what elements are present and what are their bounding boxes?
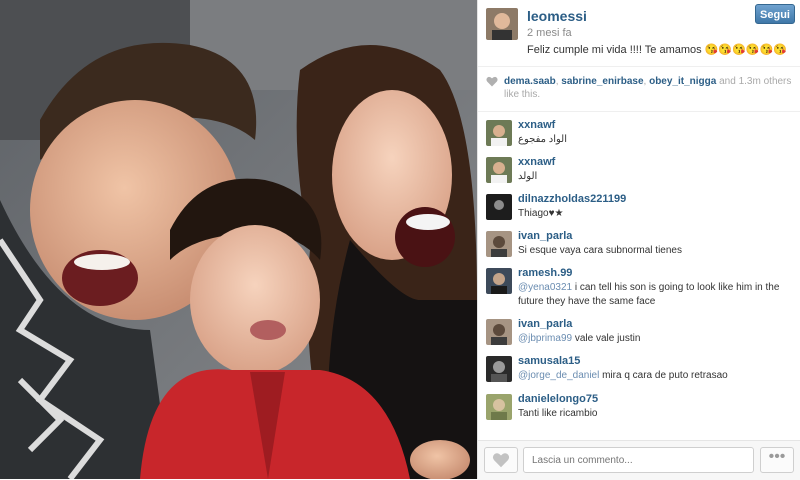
commenter-username[interactable]: dilnazzholdas221199 <box>518 193 626 205</box>
commenter-username[interactable]: ivan_parla <box>518 230 572 242</box>
comment-body: mira q cara de puto retrasao <box>599 370 728 381</box>
commenter-username[interactable]: xxnawf <box>518 156 555 168</box>
comment-bar: ••• <box>478 440 800 480</box>
comment-text: Si esque vaya cara subnormal tienes <box>518 244 794 258</box>
photo-image <box>0 0 477 479</box>
commenter-avatar[interactable] <box>486 319 512 345</box>
post-caption: Feliz cumple mi vida !!!! Te amamos 😘😘😘😘… <box>527 44 787 56</box>
like-button[interactable] <box>484 447 518 473</box>
commenter-username[interactable]: danielelongo75 <box>518 393 598 405</box>
comment-input[interactable] <box>523 447 754 473</box>
post-time[interactable]: 2 mesi fa <box>527 27 572 39</box>
comment-text: Tanti like ricambio <box>518 407 794 421</box>
commenter-username[interactable]: samusala15 <box>518 355 580 367</box>
comment-text: الولد <box>518 170 794 184</box>
comment-body: vale vale justin <box>572 333 641 344</box>
comment-body: Thiago♥★ <box>518 208 564 219</box>
heart-icon <box>492 453 510 472</box>
commenter-avatar[interactable] <box>486 268 512 294</box>
comment-mention[interactable]: @yena0321 <box>518 282 572 293</box>
heart-icon <box>486 76 498 91</box>
commenter-avatar[interactable] <box>486 356 512 382</box>
post-side-panel: leomessi 2 mesi fa Feliz cumple mi vida … <box>477 0 800 480</box>
more-options-button[interactable]: ••• <box>760 447 794 473</box>
commenter-avatar[interactable] <box>486 394 512 420</box>
commenter-avatar[interactable] <box>486 157 512 183</box>
author-avatar[interactable] <box>486 8 518 40</box>
post-photo[interactable] <box>0 0 477 479</box>
comment-body: الواد مفجوع <box>518 134 568 145</box>
liker-link[interactable]: obey_it_nigga <box>649 76 716 87</box>
commenter-avatar[interactable] <box>486 194 512 220</box>
author-username[interactable]: leomessi <box>527 8 587 24</box>
comment-body: Tanti like ricambio <box>518 408 598 419</box>
comment-text: @jbprima99 vale vale justin <box>518 332 794 346</box>
commenter-username[interactable]: ramesh.99 <box>518 267 572 279</box>
follow-button[interactable]: Segui <box>755 4 795 24</box>
post-header: leomessi 2 mesi fa Feliz cumple mi vida … <box>478 0 800 67</box>
comment-text: @yena0321 i can tell his son is going to… <box>518 281 794 309</box>
comment-body: Si esque vaya cara subnormal tienes <box>518 245 682 256</box>
comment-text: الواد مفجوع <box>518 133 794 147</box>
comment-mention[interactable]: @jbprima99 <box>518 333 572 344</box>
more-dots-icon: ••• <box>768 448 786 465</box>
commenter-avatar[interactable] <box>486 231 512 257</box>
commenter-avatar[interactable] <box>486 120 512 146</box>
commenter-username[interactable]: xxnawf <box>518 119 555 131</box>
comment-mention[interactable]: @jorge_de_daniel <box>518 370 599 381</box>
likes-summary: dema.saab, sabrine_enirbase, obey_it_nig… <box>478 67 800 112</box>
likes-text: dema.saab, sabrine_enirbase, obey_it_nig… <box>504 76 792 100</box>
liker-link[interactable]: sabrine_enirbase <box>561 76 643 87</box>
comment-text: @jorge_de_daniel mira q cara de puto ret… <box>518 369 794 383</box>
liker-link[interactable]: dema.saab <box>504 76 556 87</box>
comment-text: Thiago♥★ <box>518 207 794 221</box>
commenter-username[interactable]: ivan_parla <box>518 318 572 330</box>
comment-body: الولد <box>518 171 538 182</box>
